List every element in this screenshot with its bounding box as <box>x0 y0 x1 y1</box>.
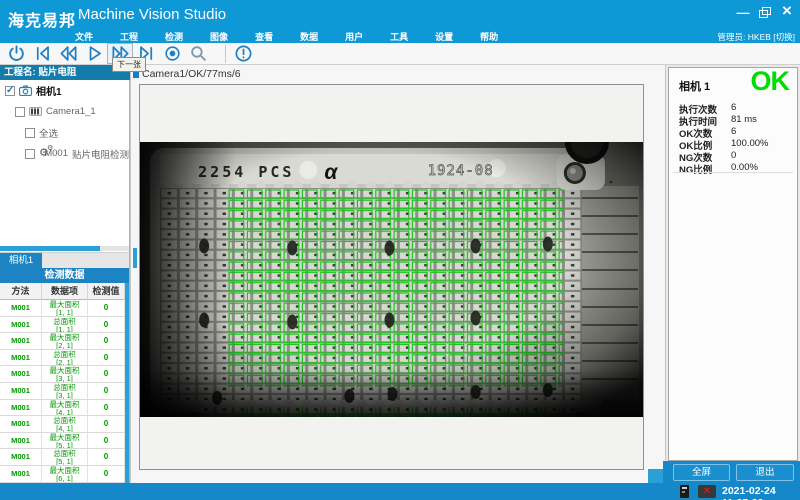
run-icon[interactable] <box>81 43 107 64</box>
menubar: 文件 工程 检测 图像 查看 数据 用户 工具 设置 帮助 管理员: HKEB … <box>0 30 800 43</box>
select-all-checkbox[interactable] <box>25 128 35 138</box>
result-panel: 相机 1 OK 执行次数6 执行时间81 ms OK次数6 OK比例100.00… <box>666 65 800 483</box>
stat-exec-time: 执行时间81 ms <box>679 114 791 126</box>
menu-user[interactable]: 用户 <box>345 30 363 43</box>
table-row[interactable]: M001最大面积[3, 1]0 <box>0 366 129 383</box>
next-image-tooltip: 下一张 <box>112 57 146 72</box>
right-footer: 全屏 退出 <box>663 461 800 483</box>
tab-camera1[interactable]: 相机1 <box>0 253 42 269</box>
module-checkbox[interactable] <box>25 149 35 159</box>
status-badge: OK <box>751 66 790 97</box>
fullscreen-button[interactable]: 全屏 <box>673 464 730 481</box>
first-image-icon[interactable] <box>29 43 55 64</box>
source-checkbox[interactable] <box>15 107 25 117</box>
restore-icon[interactable] <box>755 6 773 22</box>
check-icon: ✓ <box>6 85 14 96</box>
error-status-icon: × <box>698 485 716 498</box>
project-tree: ✓ 相机1 Camera1_1 全选 ⚙ ⚙ M001 贴片电阻检测 <box>0 80 129 261</box>
statusbar: × 2021-02-24 11:35:39 <box>0 483 800 500</box>
menu-view[interactable]: 查看 <box>255 30 273 43</box>
camera-checkbox[interactable]: ✓ <box>5 86 15 96</box>
computer-icon <box>680 485 689 498</box>
separator <box>673 172 793 173</box>
stat-ok-ratio: OK比例100.00% <box>679 138 791 150</box>
machine-vision-studio-window: 海克易邦 Machine Vision Studio — × 文件 工程 检测 … <box>0 0 800 500</box>
table-vertical-scrollbar[interactable] <box>125 283 129 483</box>
menu-data[interactable]: 数据 <box>300 30 318 43</box>
status-timestamp: 2021-02-24 11:35:39 <box>722 485 800 500</box>
detect-data-header: 检测数据 <box>0 268 129 283</box>
tree-item-module[interactable]: ⚙ ⚙ M001 贴片电阻检测 <box>0 143 129 164</box>
titlebar: 海克易邦 Machine Vision Studio — × <box>0 0 800 30</box>
alert-icon[interactable] <box>230 43 256 64</box>
scrollbar-thumb[interactable] <box>0 246 100 251</box>
exit-button[interactable]: 退出 <box>736 464 794 481</box>
project-name-header: 工程名: 贴片电阻 <box>0 65 130 80</box>
close-icon[interactable]: × <box>778 2 796 18</box>
menu-inspect[interactable]: 检测 <box>165 30 183 43</box>
table-row[interactable]: M001总面积[3, 1]0 <box>0 383 129 400</box>
table-header-row: 方法 数据项 检测值 <box>0 283 129 300</box>
table-row[interactable]: M001总面积[1, 1]0 <box>0 317 129 334</box>
tree-item-select-all[interactable]: 全选 <box>0 122 129 143</box>
table-row[interactable]: M001总面积[2, 1]0 <box>0 350 129 367</box>
stat-ok-count: OK次数6 <box>679 126 791 138</box>
gear-icon: ⚙ ⚙ <box>39 148 40 160</box>
table-row[interactable]: M001总面积[4, 1]0 <box>0 416 129 433</box>
minimize-icon[interactable]: — <box>734 9 752 25</box>
panel-splitter-thumb[interactable] <box>133 248 137 268</box>
app-title: Machine Vision Studio <box>78 6 226 23</box>
table-row[interactable]: M001最大面积[1, 1]0 <box>0 300 129 317</box>
camera-result-label: Camera1/OK/77ms/6 <box>142 68 241 80</box>
table-row[interactable]: M001最大面积[5, 1]0 <box>0 433 129 450</box>
camera-image[interactable]: 2254 PCS α 1924-08 <box>140 142 643 417</box>
module-name: 贴片电阻检测 <box>72 147 129 161</box>
menu-file[interactable]: 文件 <box>75 30 93 43</box>
tree-item-camera[interactable]: ✓ 相机1 <box>0 80 129 101</box>
tree-horizontal-scrollbar[interactable] <box>0 246 129 251</box>
record-icon[interactable] <box>159 43 185 64</box>
tree-item-source[interactable]: Camera1_1 <box>0 101 129 122</box>
table-row[interactable]: M001最大面积[2, 1]0 <box>0 333 129 350</box>
search-icon[interactable] <box>185 43 211 64</box>
camera-label-bullet <box>133 72 139 78</box>
camera-name: 相机 1 <box>679 78 710 94</box>
menu-image[interactable]: 图像 <box>210 30 228 43</box>
col-value: 检测值 <box>88 283 125 300</box>
table-row[interactable]: M001最大面积[4, 1]0 <box>0 400 129 417</box>
camera-tab-row: 相机1 <box>0 252 129 268</box>
film-icon <box>29 107 42 116</box>
statistics-box: 相机 1 OK 执行次数6 执行时间81 ms OK次数6 OK比例100.00… <box>668 67 798 461</box>
camera-icon <box>19 85 32 96</box>
power-icon[interactable] <box>3 43 29 64</box>
menu-settings[interactable]: 设置 <box>435 30 453 43</box>
menu-help[interactable]: 帮助 <box>480 30 498 43</box>
table-row[interactable]: M001最大面积[6, 1]0 <box>0 466 129 483</box>
detect-data-table: 方法 数据项 检测值 M001最大面积[1, 1]0 M001总面积[1, 1]… <box>0 283 129 483</box>
previous-image-icon[interactable] <box>55 43 81 64</box>
admin-user-switch[interactable]: 管理员: HKEB [切换] <box>718 31 795 43</box>
stat-ng-count: NG次数0 <box>679 150 791 162</box>
col-method: 方法 <box>0 283 42 300</box>
menu-tools[interactable]: 工具 <box>390 30 408 43</box>
project-panel: 工程名: 贴片电阻 ✓ 相机1 Camera1_1 全选 ⚙ <box>0 65 130 483</box>
image-panel: Camera1/OK/77ms/6 <box>130 65 666 483</box>
col-item: 数据项 <box>42 283 88 300</box>
table-row[interactable]: M001总面积[5, 1]0 <box>0 449 129 466</box>
stat-exec-count: 执行次数6 <box>679 102 791 114</box>
menu-project[interactable]: 工程 <box>120 30 138 43</box>
toolbar-separator <box>225 45 226 63</box>
app-logo: 海克易邦 <box>8 7 76 31</box>
